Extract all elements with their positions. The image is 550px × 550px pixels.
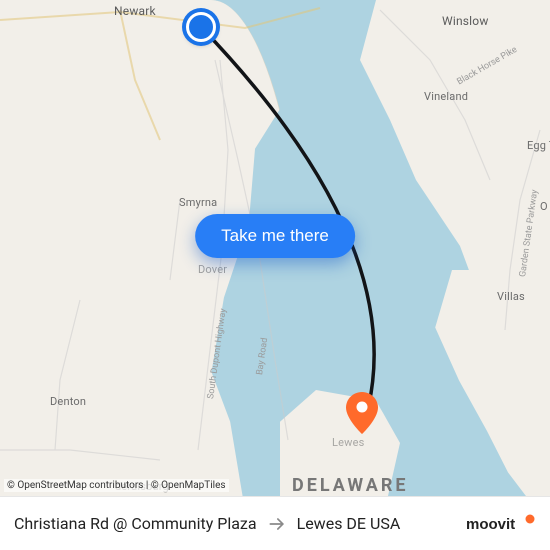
attribution-omt: © OpenMapTiles [151, 480, 226, 491]
attribution-osm: © OpenStreetMap contributors [7, 480, 143, 491]
svg-text:moovit: moovit [466, 516, 515, 533]
route-summary: Christiana Rd @ Community Plaza Lewes DE… [14, 514, 458, 534]
city-winslow: Winslow [442, 14, 489, 28]
city-vineland: Vineland [424, 90, 468, 103]
map[interactable]: Newark Winslow Vineland Egg Tow Smyrna D… [0, 0, 550, 496]
origin-pin[interactable] [186, 12, 216, 42]
city-lewes: Lewes [332, 436, 365, 449]
marker-o: O [540, 200, 548, 213]
state-label-delaware: DELAWARE [292, 475, 409, 496]
city-egg-town: Egg Tow [527, 140, 550, 152]
city-newark: Newark [114, 4, 156, 18]
take-me-there-button[interactable]: Take me there [195, 214, 355, 258]
moovit-logo[interactable]: moovit [466, 513, 536, 535]
arrow-right-icon [267, 514, 287, 534]
city-dover: Dover [198, 263, 227, 276]
map-attribution: © OpenStreetMap contributors | © OpenMap… [4, 479, 229, 492]
route-origin-text: Christiana Rd @ Community Plaza [14, 514, 257, 533]
city-smyrna: Smyrna [179, 196, 217, 209]
route-destination-text: Lewes DE USA [297, 514, 401, 533]
city-denton: Denton [50, 395, 86, 408]
city-villas: Villas [497, 290, 525, 303]
footer-bar: Christiana Rd @ Community Plaza Lewes DE… [0, 496, 550, 550]
